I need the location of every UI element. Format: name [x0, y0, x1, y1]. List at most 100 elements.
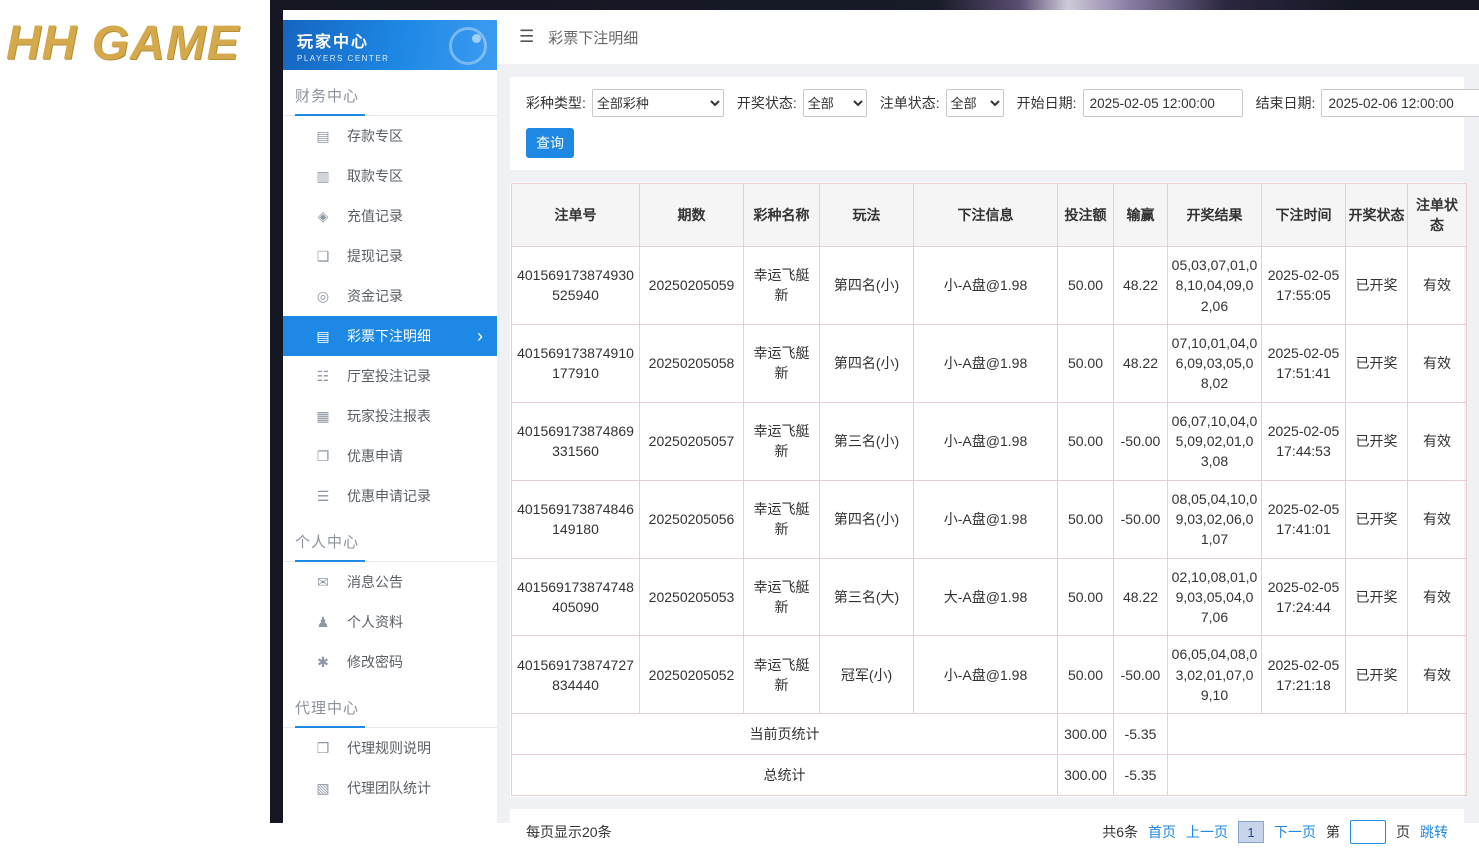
table-cell: 20250205053 [640, 558, 744, 636]
table-cell: 401569173874748405090 [512, 558, 640, 636]
table-cell: 401569173874727834440 [512, 636, 640, 714]
table-cell: 第三名(小) [820, 402, 914, 480]
per-page-info: 每页显示20条 [526, 822, 612, 842]
column-header: 注单号 [512, 184, 640, 247]
sidebar-item-label: 取款专区 [347, 166, 403, 186]
table-cell: 幸运飞艇新 [744, 480, 820, 558]
first-page-link[interactable]: 首页 [1148, 822, 1176, 842]
lottery-type-label: 彩种类型: [526, 93, 586, 113]
table-cell: 2025-02-05 17:21:18 [1262, 636, 1346, 714]
sidebar-item-messages[interactable]: ✉ 消息公告 [283, 562, 497, 602]
sidebar-item-label: 厅室投注记录 [347, 366, 431, 386]
sidebar-item-promo-apply[interactable]: ❐优惠申请 [283, 436, 497, 476]
jump-link[interactable]: 跳转 [1420, 822, 1448, 842]
table-cell: 50.00 [1058, 324, 1114, 402]
sidebar-item-change-password[interactable]: ✱修改密码 [283, 642, 497, 682]
site-logo: HH GAME [6, 16, 270, 71]
total-summary-empty [1168, 755, 1467, 796]
column-header: 玩法 [820, 184, 914, 247]
jump-label-pre: 第 [1326, 822, 1340, 842]
prev-page-link[interactable]: 上一页 [1186, 822, 1228, 842]
table-cell: 401569173874930525940 [512, 247, 640, 325]
sidebar-item-withdraw[interactable]: ▥ 取款专区 [283, 156, 497, 196]
table-cell: 有效 [1408, 402, 1467, 480]
menu-toggle-icon[interactable]: ☰ [519, 27, 534, 47]
sidebar-item-label: 代理团队统计 [347, 778, 431, 798]
table-row: 40156917387486933156020250205057幸运飞艇新第三名… [512, 402, 1467, 480]
table-cell: 小-A盘@1.98 [914, 480, 1058, 558]
table-cell: 05,03,07,01,08,10,04,09,02,06 [1168, 247, 1262, 325]
sidebar-item-label: 提现记录 [347, 246, 403, 266]
table-cell: 48.22 [1114, 247, 1168, 325]
column-header: 期数 [640, 184, 744, 247]
sidebar-item-label: 优惠申请 [347, 446, 403, 466]
table-cell: 有效 [1408, 247, 1467, 325]
sidebar-item-lottery-bet-details[interactable]: ▤彩票下注明细› [283, 316, 497, 356]
pager: 共6条 首页 上一页 1 下一页 第 页 跳转 [1102, 820, 1448, 844]
table-cell: 08,05,04,10,09,03,02,06,01,07 [1168, 480, 1262, 558]
sidebar-item-funds-records[interactable]: ◎资金记录 [283, 276, 497, 316]
sidebar-item-agent-rules[interactable]: ❒代理规则说明 [283, 728, 497, 768]
filter-row: 彩种类型: 全部彩种 开奖状态: 全部 注单状态: 全部 开始日期: [526, 89, 1448, 117]
table-cell: 幸运飞艇新 [744, 402, 820, 480]
search-button[interactable]: 查询 [526, 128, 574, 158]
table-cell: 有效 [1408, 558, 1467, 636]
page-title: 彩票下注明细 [548, 27, 638, 48]
table-cell: 401569173874846149180 [512, 480, 640, 558]
topbar: ☰ 彩票下注明细 [497, 10, 1479, 64]
column-header: 开奖状态 [1346, 184, 1408, 247]
sidebar-item-deposit[interactable]: ▤存款专区 [283, 116, 497, 156]
sidebar-item-label: 消息公告 [347, 572, 403, 592]
sidebar-item-label: 存款专区 [347, 126, 403, 146]
order-status-select[interactable]: 全部 [946, 89, 1004, 117]
table-cell: 50.00 [1058, 402, 1114, 480]
table-cell: 有效 [1408, 636, 1467, 714]
column-header: 彩种名称 [744, 184, 820, 247]
sidebar-item-hall-bet-records[interactable]: ☷厅室投注记录 [283, 356, 497, 396]
table-cell: 07,10,01,04,06,09,03,05,08,02 [1168, 324, 1262, 402]
draw-status-label: 开奖状态: [737, 93, 797, 113]
table-cell: 幸运飞艇新 [744, 324, 820, 402]
column-header: 输赢 [1114, 184, 1168, 247]
profile-icon: ♟ [315, 614, 331, 631]
table-cell: 已开奖 [1346, 247, 1408, 325]
agent-team-stats-icon: ▧ [315, 780, 331, 797]
table-cell: 401569173874910177910 [512, 324, 640, 402]
sidebar-item-withdrawal-records[interactable]: ❏提现记录 [283, 236, 497, 276]
table-cell: 幸运飞艇新 [744, 558, 820, 636]
table-cell: 冠军(小) [820, 636, 914, 714]
column-header: 开奖结果 [1168, 184, 1262, 247]
next-page-link[interactable]: 下一页 [1274, 822, 1316, 842]
sidebar-item-label: 充值记录 [347, 206, 403, 226]
sidebar-item-promo-apply-records[interactable]: ☰优惠申请记录 [283, 476, 497, 516]
table-row: 40156917387484614918020250205056幸运飞艇新第四名… [512, 480, 1467, 558]
table-cell: 48.22 [1114, 558, 1168, 636]
jump-page-input[interactable] [1350, 820, 1386, 844]
table-cell: 20250205057 [640, 402, 744, 480]
end-date-label: 结束日期: [1256, 93, 1316, 113]
table-header-row: 注单号期数彩种名称玩法下注信息投注额输赢开奖结果下注时间开奖状态注单状态 [512, 184, 1467, 247]
withdraw-icon: ▥ [315, 168, 331, 185]
order-status-label: 注单状态: [880, 93, 940, 113]
lottery-type-select[interactable]: 全部彩种 [592, 89, 724, 117]
table-cell: 50.00 [1058, 636, 1114, 714]
sidebar-item-player-bet-report[interactable]: ▦玩家投注报表 [283, 396, 497, 436]
table-cell: -50.00 [1114, 480, 1168, 558]
table-cell: 50.00 [1058, 558, 1114, 636]
end-date-input[interactable] [1321, 89, 1479, 117]
current-page[interactable]: 1 [1238, 821, 1264, 843]
table-cell: 50.00 [1058, 247, 1114, 325]
sidebar-item-profile[interactable]: ♟个人资料 [283, 602, 497, 642]
agent-rules-icon: ❒ [315, 740, 331, 757]
sidebar-item-label: 彩票下注明细 [347, 326, 431, 346]
table-row: 40156917387493052594020250205059幸运飞艇新第四名… [512, 247, 1467, 325]
table-cell: 48.22 [1114, 324, 1168, 402]
start-date-input[interactable] [1083, 89, 1243, 117]
sidebar-item-recharge-records[interactable]: ◈充值记录 [283, 196, 497, 236]
sidebar-menu: 财务中心▤存款专区▥取款专区◈充值记录❏提现记录◎资金记录▤彩票下注明细›☷厅室… [283, 70, 497, 808]
messages-icon: ✉ [315, 574, 331, 591]
sidebar-item-agent-team-stats[interactable]: ▧ 代理团队统计 [283, 768, 497, 808]
draw-status-select[interactable]: 全部 [803, 89, 867, 117]
table-cell: -50.00 [1114, 636, 1168, 714]
promo-apply-records-icon: ☰ [315, 488, 331, 505]
